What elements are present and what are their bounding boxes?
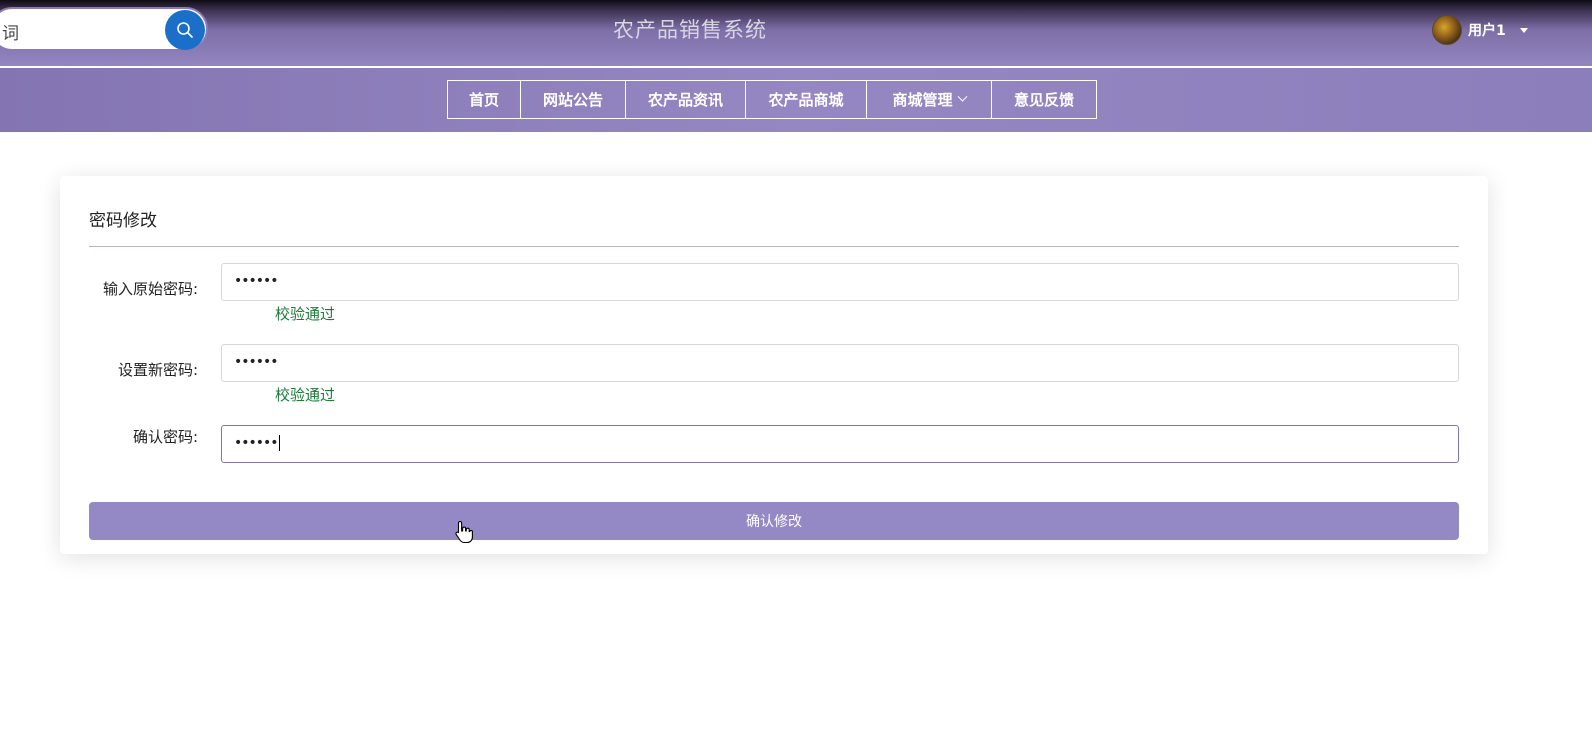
site-title: 农产品销售系统 — [613, 18, 767, 42]
password-change-card: 密码修改 输入原始密码: •••••• 校验通过 设置新密码: •••••• 校… — [60, 176, 1488, 554]
text-cursor — [278, 435, 280, 451]
top-header: 词 农产品销售系统 用户1 — [0, 0, 1592, 66]
nav-item-shop[interactable]: 农产品商城 — [745, 80, 867, 119]
nav-item-feedback[interactable]: 意见反馈 — [991, 80, 1097, 119]
nav-item-news[interactable]: 农产品资讯 — [625, 80, 746, 119]
card-divider — [89, 246, 1459, 247]
hand-cursor-icon — [455, 520, 473, 544]
main-nav: 首页 网站公告 农产品资讯 农产品商城 商城管理 意见反馈 — [447, 80, 1097, 119]
confirm-password-input[interactable]: •••••• — [221, 425, 1459, 463]
new-password-status: 校验通过 — [275, 386, 336, 404]
confirm-password-label: 确认密码: — [132, 428, 198, 446]
main-navbar: 首页 网站公告 农产品资讯 农产品商城 商城管理 意见反馈 — [0, 68, 1592, 132]
new-password-label: 设置新密码: — [117, 361, 198, 379]
nav-item-label: 网站公告 — [542, 91, 603, 109]
old-password-label: 输入原始密码: — [102, 280, 198, 298]
card-title: 密码修改 — [89, 211, 157, 231]
nav-item-label: 首页 — [468, 91, 499, 109]
user-menu[interactable]: 用户1 — [1432, 14, 1528, 46]
caret-down-icon[interactable] — [1519, 27, 1528, 33]
nav-item-label: 农产品商城 — [768, 91, 844, 109]
new-password-input[interactable]: •••••• — [221, 344, 1459, 382]
nav-item-announcements[interactable]: 网站公告 — [520, 80, 626, 119]
nav-item-home[interactable]: 首页 — [447, 80, 521, 119]
confirm-change-button[interactable]: 确认修改 — [89, 502, 1459, 540]
nav-item-label: 商城管理 — [892, 91, 953, 109]
nav-item-label: 农产品资讯 — [647, 91, 723, 109]
old-password-status: 校验通过 — [275, 305, 336, 323]
old-password-input[interactable]: •••••• — [221, 263, 1459, 301]
nav-item-shop-management[interactable]: 商城管理 — [866, 80, 992, 119]
chevron-down-icon — [957, 91, 967, 102]
avatar[interactable] — [1432, 15, 1462, 45]
nav-item-label: 意见反馈 — [1013, 91, 1074, 109]
confirm-password-value: •••••• — [234, 435, 279, 451]
user-name[interactable]: 用户1 — [1468, 20, 1506, 40]
